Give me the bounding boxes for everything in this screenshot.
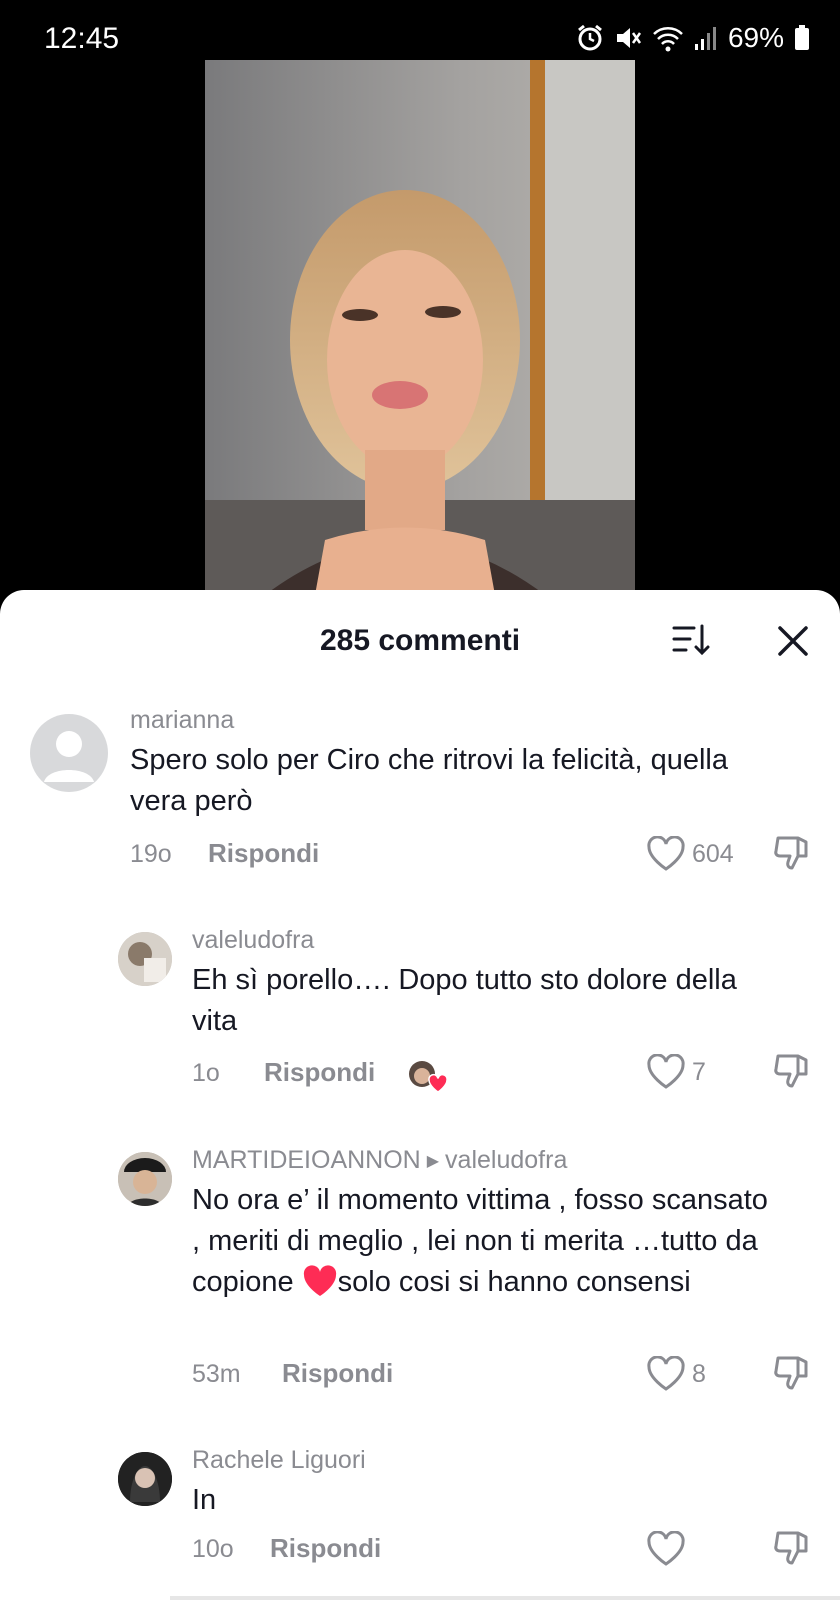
comments-header: 285 commenti [0,590,840,686]
video-frame [205,60,635,595]
alarm-icon [578,24,602,51]
avatar[interactable] [118,1152,172,1206]
avatar-image [118,1452,172,1506]
comment-text-part: solo cosi si hanno consensi [337,1266,691,1298]
input-divider [170,1596,840,1600]
avatar[interactable] [118,1452,172,1506]
avatar-image [118,1152,172,1206]
sort-icon[interactable] [670,620,712,662]
heart-outline-icon[interactable] [646,1531,686,1567]
battery-icon [795,25,809,50]
comment-time: 19o [130,840,172,868]
reply-button[interactable]: Rispondi [270,1533,381,1564]
avatar-image [118,932,172,986]
close-icon[interactable] [772,620,814,662]
status-bar: 12:45 69% [0,0,840,60]
thumbs-down-icon[interactable] [772,1354,812,1392]
video-player[interactable] [205,60,635,595]
reply-to-username[interactable]: valeludofra [445,1146,567,1174]
status-icons: 69% [576,22,810,54]
username-link[interactable]: MARTIDEIOANNON [192,1146,421,1174]
creator-avatar-heart-icon [409,1061,448,1093]
reply-button[interactable]: Rispondi [282,1358,393,1389]
heart-outline-icon[interactable] [646,1356,686,1392]
creator-liked-badge [408,1060,448,1094]
signal-icon [694,27,716,50]
reply-button[interactable]: Rispondi [208,838,319,869]
comment-text: Eh sì porello…. Dopo tutto sto dolore de… [192,964,737,1037]
thumbs-down-icon[interactable] [772,834,812,872]
comment-username[interactable]: Rachele Liguori [192,1446,366,1475]
comment-text: No ora e’ il momento vittima , fosso sca… [192,1180,782,1303]
comments-sheet: 285 commenti marianna Spero solo per Cir… [0,590,840,1600]
battery-percent: 69% [727,22,784,53]
reply-arrow-icon: ▶ [426,1153,440,1171]
reply-button[interactable]: Rispondi [264,1057,375,1088]
comment-time: 10o [192,1535,234,1563]
comment-text: In [192,1484,217,1516]
like-count: 7 [692,1058,706,1086]
comment-username[interactable]: valeludofra [192,926,314,955]
wifi-icon [653,27,683,52]
comment-username: MARTIDEIOANNON ▶ valeludofra [192,1146,567,1175]
status-time: 12:45 [44,22,120,55]
thumbs-down-icon[interactable] [772,1529,812,1567]
like-count: 604 [692,840,734,868]
avatar[interactable] [118,932,172,986]
mute-icon [616,28,641,48]
red-heart-emoji-icon [303,1265,336,1296]
avatar[interactable] [30,714,108,792]
comment-time: 1o [192,1059,220,1087]
comment-username[interactable]: marianna [130,706,234,735]
heart-outline-icon[interactable] [646,1054,686,1090]
thumbs-down-icon[interactable] [772,1052,812,1090]
like-count: 8 [692,1360,706,1388]
comment-time: 53m [192,1360,241,1388]
comment-text: Spero solo per Ciro che ritrovi la felic… [130,744,728,817]
heart-outline-icon[interactable] [646,836,686,872]
comments-count-title: 285 commenti [319,624,521,657]
default-avatar-icon [44,731,94,782]
